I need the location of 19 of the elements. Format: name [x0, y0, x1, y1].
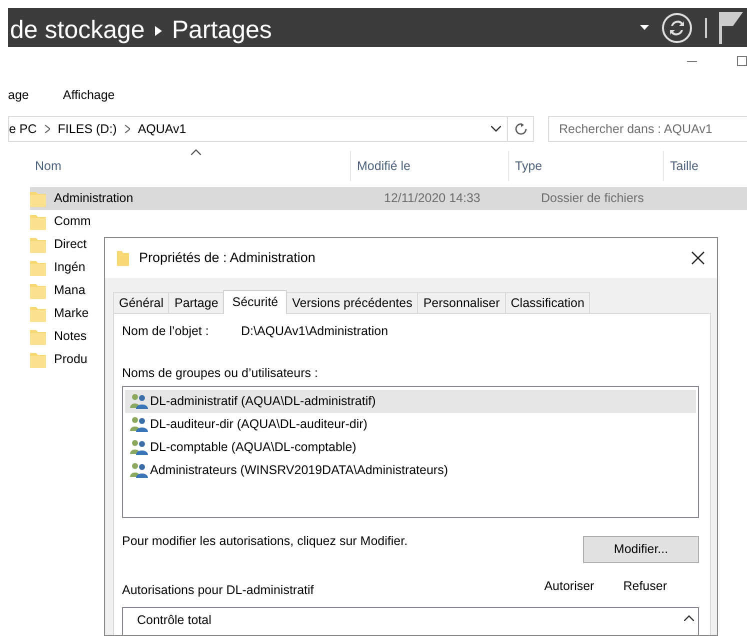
field-label: Nom de l’objet : [122, 323, 210, 340]
file-name: Comm [54, 214, 91, 228]
hint-text: Pour modifier les autorisations, cliquez sur Modifier. [122, 532, 408, 550]
file-type: Dossier de fichiers [541, 190, 644, 208]
permission-name: Contrôle total [137, 612, 212, 630]
file-date: 12/11/2020 14:33 [384, 190, 482, 208]
field-label: Noms de groupes ou d’utilisateurs : [122, 364, 319, 382]
permissions-label: Autorisations pour DL-administratif [122, 582, 314, 599]
object-path: D:\AQUAv1\Administration [241, 323, 388, 340]
file-name: Mana [54, 283, 86, 298]
file-name: Direct [54, 237, 87, 252]
file-name: Notes [54, 329, 87, 344]
file-name: Produ [54, 352, 88, 366]
file-name: Administration [54, 191, 134, 206]
file-name: Marke [54, 306, 89, 320]
column-header: Autoriser [544, 578, 594, 594]
dialog-title: Propriétés de : Administration [139, 248, 316, 267]
column-header: Refuser [623, 578, 667, 594]
file-name: Ingén [54, 260, 86, 274]
